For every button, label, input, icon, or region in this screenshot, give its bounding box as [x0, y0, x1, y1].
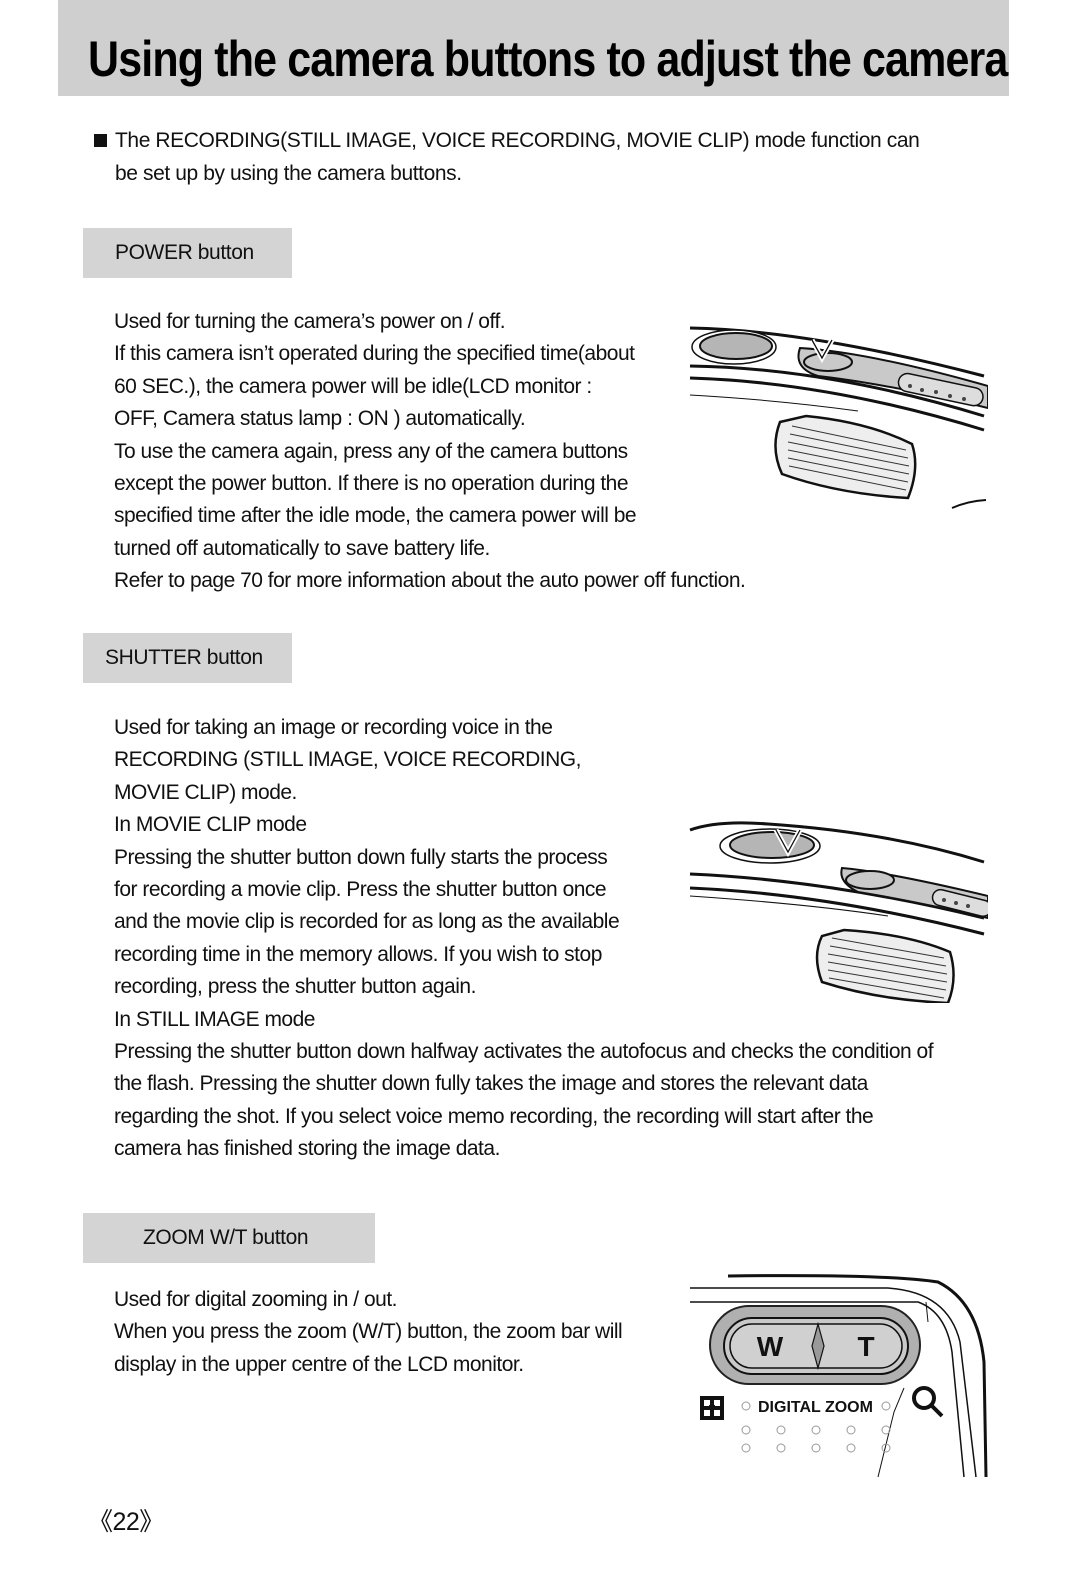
text-line: Used for taking an image or recording vo… [114, 716, 553, 739]
text-line: camera has finished storing the image da… [114, 1137, 500, 1161]
text-line: display in the upper centre of the LCD m… [114, 1352, 524, 1376]
text-line: MOVIE CLIP) mode. [114, 780, 297, 804]
text-line: the flash. Pressing the shutter down ful… [114, 1072, 868, 1096]
shutter-section-heading: SHUTTER button [83, 633, 292, 683]
text-line: specified time after the idle mode, the … [114, 504, 637, 528]
shutter-button-illustration [689, 821, 988, 1003]
power-section-heading: POWER button [83, 228, 292, 278]
page-title: Using the camera buttons to adjust the c… [88, 31, 1008, 87]
text-line: 60 SEC.), the camera power will be idle(… [114, 374, 592, 398]
intro-line: be set up by using the camera buttons. [115, 162, 462, 185]
text-line: OFF, Camera status lamp : ON ) automatic… [114, 407, 526, 431]
text-line: To use the camera again, press any of th… [114, 439, 628, 463]
magnifier-icon [912, 1386, 944, 1418]
zoom-button-illustration: W T DIGITAL ZOOM [690, 1274, 988, 1478]
zoom-description: Used for digital zooming in / out. When … [114, 1284, 623, 1381]
zoom-section-heading: ZOOM W/T button [83, 1213, 375, 1263]
text-line: Refer to page 70 for more information ab… [114, 569, 746, 593]
wide-angle-grid-icon [700, 1396, 724, 1420]
text-line: except the power button. If there is no … [114, 471, 629, 495]
text-line: Used for turning the camera’s power on /… [114, 310, 506, 333]
text-line: If this camera isn’t operated during the… [114, 342, 635, 366]
text-line: Pressing the shutter button down halfway… [114, 1039, 934, 1063]
text-line: turned off automatically to save battery… [114, 536, 490, 560]
square-bullet-icon [94, 134, 107, 147]
text-line: regarding the shot. If you select voice … [114, 1104, 874, 1128]
text-line: RECORDING (STILL IMAGE, VOICE RECORDING, [114, 748, 581, 772]
zoom-wide-label: W [757, 1331, 784, 1362]
page-number: 《22》 [88, 1508, 164, 1536]
text-line: Used for digital zooming in / out. [114, 1288, 398, 1311]
digital-zoom-label: DIGITAL ZOOM [758, 1399, 873, 1416]
text-line: In STILL IMAGE mode [114, 1007, 315, 1031]
zoom-tele-label: T [857, 1331, 874, 1362]
text-line: When you press the zoom (W/T) button, th… [114, 1320, 623, 1344]
power-button-illustration [689, 326, 988, 509]
intro-line: The RECORDING(STILL IMAGE, VOICE RECORDI… [115, 129, 920, 152]
intro-paragraph: The RECORDING(STILL IMAGE, VOICE RECORDI… [94, 124, 994, 190]
power-description: Used for turning the camera’s power on /… [114, 306, 746, 598]
